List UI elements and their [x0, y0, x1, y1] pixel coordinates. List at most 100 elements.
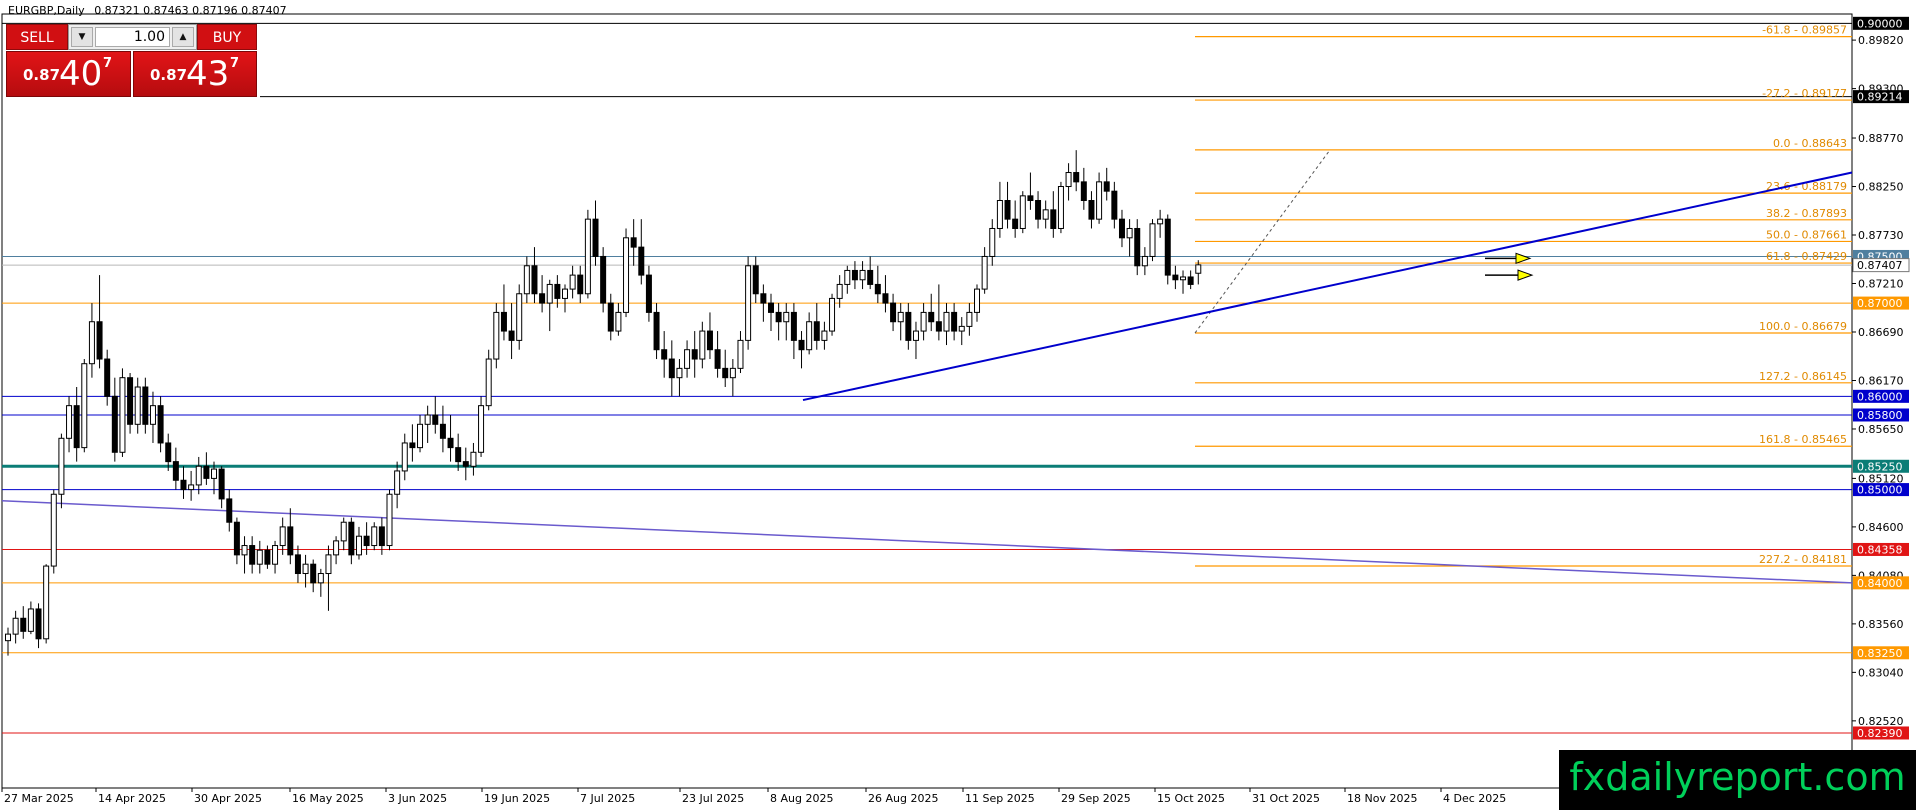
lot-size-control: ▼ 1.00 ▲ [68, 24, 197, 50]
candle-body [623, 237, 630, 313]
candle-body [699, 330, 706, 360]
candle-body [966, 311, 973, 327]
x-tick-label: 7 Jul 2025 [580, 792, 635, 805]
y-tick-label: 0.84600 [1858, 521, 1904, 534]
candle-body [149, 405, 156, 425]
candle-body [73, 405, 80, 449]
fib-label: -27.2 - 0.89177 [1762, 87, 1847, 100]
buy-price-big: 43 [186, 54, 230, 94]
candle-body [447, 437, 454, 449]
fib-label: 38.2 - 0.87893 [1766, 207, 1847, 220]
x-tick-label: 19 Jun 2025 [484, 792, 550, 805]
fib-label: -61.8 - 0.89857 [1762, 24, 1847, 37]
candle-body [355, 535, 362, 556]
y-tick-label: 0.83040 [1858, 666, 1904, 679]
candle-body [676, 367, 683, 379]
candle-body [951, 311, 958, 332]
candle-body [386, 493, 393, 547]
symbol-label: EURGBP,Daily [8, 4, 85, 17]
candle-body [439, 423, 446, 439]
candle-body [226, 498, 233, 523]
ohlc-label: 0.87321 0.87463 0.87196 0.87407 [94, 4, 287, 17]
candle-body [1134, 227, 1141, 267]
candle-body [43, 565, 50, 640]
candle-body [424, 414, 431, 425]
candle-body [760, 293, 767, 304]
price-chart[interactable]: -61.8 - 0.89857 -27.2 - 0.89177 0.0 - 0.88… [0, 0, 1916, 810]
candle-body [500, 311, 507, 332]
candle-body [188, 484, 195, 491]
candle-body [645, 274, 652, 313]
candle-body [516, 293, 523, 341]
candle-body [561, 288, 568, 299]
candle-body [348, 521, 355, 556]
candle-body [1103, 181, 1110, 192]
candle-body [1111, 190, 1118, 220]
y-axis: 0.898200.893000.887700.882500.877300.872… [1852, 34, 1904, 728]
x-tick-label: 16 May 2025 [292, 792, 364, 805]
candle-body [844, 269, 851, 285]
candle-body [134, 386, 141, 425]
candle-body [88, 321, 95, 365]
candle-body [58, 437, 65, 495]
x-tick-label: 11 Sep 2025 [965, 792, 1035, 805]
candle-body [1065, 172, 1072, 188]
one-click-trade-panel: SELL ▼ 1.00 ▲ BUY 0.87 40 7 0.87 43 7 [6, 24, 257, 97]
chevron-up-icon[interactable]: ▲ [172, 27, 194, 47]
candle-body [1141, 255, 1148, 267]
x-tick-label: 23 Jul 2025 [682, 792, 744, 805]
candle-body [417, 423, 424, 449]
fib-label: 61.8 - 0.87429 [1766, 250, 1847, 263]
x-tick-label: 26 Aug 2025 [868, 792, 938, 805]
candle-body [1027, 195, 1034, 202]
x-tick-label: 3 Jun 2025 [388, 792, 447, 805]
candle-body [1172, 274, 1179, 281]
sell-button[interactable]: SELL [6, 24, 68, 50]
candle-body [714, 349, 721, 369]
candle-body [111, 395, 118, 453]
candle-body [317, 573, 324, 584]
candle-body [1080, 181, 1087, 202]
candle-body [256, 549, 263, 565]
buy-price[interactable]: 0.87 43 7 [133, 51, 257, 97]
candle-body [287, 526, 294, 556]
candle-body [768, 302, 774, 313]
lot-size-input[interactable]: 1.00 [95, 27, 170, 47]
candle-body [981, 255, 988, 290]
candle-body [668, 358, 675, 379]
level-tag-label: 0.82390 [1857, 727, 1903, 740]
buy-price-sup: 7 [230, 56, 240, 71]
candle-body [5, 633, 11, 642]
candle-body [409, 442, 416, 449]
candle-body [241, 545, 248, 556]
candle-body [859, 269, 866, 281]
y-tick-label: 0.86690 [1858, 326, 1904, 339]
candle-body [333, 540, 340, 556]
candle-body [1149, 223, 1156, 257]
candle-body [974, 288, 981, 313]
candle-body [607, 302, 614, 332]
sell-price[interactable]: 0.87 40 7 [6, 51, 131, 97]
candle-body [1088, 200, 1095, 220]
candle-body [920, 311, 927, 332]
candle-body [1019, 195, 1026, 229]
level-tag-label: 0.85800 [1857, 409, 1903, 422]
candle-body [912, 330, 919, 341]
level-tag-label: 0.90000 [1857, 17, 1903, 30]
level-tag-label: 0.84358 [1857, 543, 1903, 556]
candle-body [539, 293, 546, 304]
buy-button[interactable]: BUY [197, 24, 257, 50]
candle-body [401, 442, 408, 472]
candle-body [798, 339, 805, 351]
candle-body [493, 311, 500, 360]
candle-body [363, 535, 370, 547]
y-tick-label: 0.83560 [1858, 618, 1904, 631]
chevron-down-icon[interactable]: ▼ [71, 27, 93, 47]
level-tag-label: 0.83250 [1857, 647, 1903, 660]
candle-body [600, 255, 607, 304]
candle-body [432, 414, 439, 425]
candle-body [882, 293, 889, 304]
candle-body [218, 468, 225, 500]
fib-label: 161.8 - 0.85465 [1759, 433, 1847, 446]
candle-body [1057, 186, 1064, 229]
